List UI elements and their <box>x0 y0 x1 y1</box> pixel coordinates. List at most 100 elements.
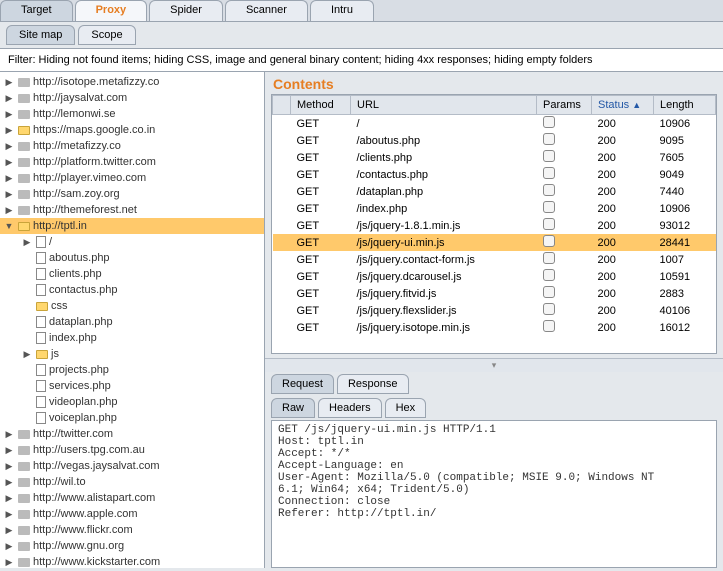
tree-item[interactable]: http://isotope.metafizzy.co <box>0 74 264 90</box>
tree-item[interactable]: dataplan.php <box>0 314 264 330</box>
expand-arrow-icon[interactable] <box>3 205 15 216</box>
tab-response[interactable]: Response <box>337 374 409 394</box>
tree-item[interactable]: http://users.tpg.com.au <box>0 442 264 458</box>
table-row[interactable]: GET/20010906 <box>273 115 716 133</box>
expand-arrow-icon[interactable] <box>3 525 15 536</box>
table-row[interactable]: GET/index.php20010906 <box>273 200 716 217</box>
table-row[interactable]: GET/js/jquery.dcarousel.js20010591 <box>273 268 716 285</box>
expand-arrow-icon[interactable] <box>3 157 15 168</box>
tree-item[interactable]: css <box>0 298 264 314</box>
sub-tab-scope[interactable]: Scope <box>78 25 135 45</box>
tree-item[interactable]: services.php <box>0 378 264 394</box>
tree-item[interactable]: http://www.flickr.com <box>0 522 264 538</box>
table-row[interactable]: GET/js/jquery-ui.min.js20028441 <box>273 234 716 251</box>
table-row[interactable]: GET/contactus.php2009049 <box>273 166 716 183</box>
top-tab-scanner[interactable]: Scanner <box>225 0 308 21</box>
expand-arrow-icon[interactable] <box>3 493 15 504</box>
requests-table[interactable]: Method URL Params Status ▲ Length GET/20… <box>271 94 717 354</box>
top-tab-proxy[interactable]: Proxy <box>75 0 148 21</box>
tree-label: services.php <box>49 380 111 392</box>
folder-gray-icon <box>18 526 30 535</box>
tree-item[interactable]: projects.php <box>0 362 264 378</box>
tree-item[interactable]: http://metafizzy.co <box>0 138 264 154</box>
tree-item[interactable]: voiceplan.php <box>0 410 264 426</box>
table-row[interactable]: GET/clients.php2007605 <box>273 149 716 166</box>
tree-item[interactable]: / <box>0 234 264 250</box>
expand-arrow-icon[interactable] <box>3 221 15 231</box>
table-row[interactable]: GET/js/jquery.contact-form.js2001007 <box>273 251 716 268</box>
col-status[interactable]: Status ▲ <box>592 96 654 115</box>
tree-item[interactable]: http://sam.zoy.org <box>0 186 264 202</box>
expand-arrow-icon[interactable] <box>3 461 15 472</box>
tree-item[interactable]: http://www.kickstarter.com <box>0 554 264 568</box>
params-checkbox-icon <box>543 286 555 298</box>
params-checkbox-icon <box>543 184 555 196</box>
col-length[interactable]: Length <box>654 96 716 115</box>
top-tab-spider[interactable]: Spider <box>149 0 223 21</box>
tree-item[interactable]: http://themeforest.net <box>0 202 264 218</box>
expand-arrow-icon[interactable] <box>3 93 15 104</box>
tree-item[interactable]: http://wil.to <box>0 474 264 490</box>
top-tab-target[interactable]: Target <box>0 0 73 21</box>
tree-label: aboutus.php <box>49 252 110 264</box>
expand-arrow-icon[interactable] <box>3 125 15 136</box>
expand-arrow-icon[interactable] <box>3 109 15 120</box>
params-checkbox-icon <box>543 303 555 315</box>
top-tab-intru[interactable]: Intru <box>310 0 374 21</box>
sort-asc-icon: ▲ <box>632 100 641 110</box>
tree-item[interactable]: https://maps.google.co.in <box>0 122 264 138</box>
tree-item[interactable]: http://www.apple.com <box>0 506 264 522</box>
table-row[interactable]: GET/js/jquery.fitvid.js2002883 <box>273 285 716 302</box>
tab-raw[interactable]: Raw <box>271 398 315 418</box>
tree-item[interactable]: http://player.vimeo.com <box>0 170 264 186</box>
expand-arrow-icon[interactable] <box>3 509 15 520</box>
expand-arrow-icon[interactable] <box>21 237 33 248</box>
expand-arrow-icon[interactable] <box>3 541 15 552</box>
tree-label: http://metafizzy.co <box>33 140 121 152</box>
col-url[interactable]: URL <box>351 96 537 115</box>
tree-item[interactable]: js <box>0 346 264 362</box>
tree-item[interactable]: http://jaysalvat.com <box>0 90 264 106</box>
tab-headers[interactable]: Headers <box>318 398 382 418</box>
table-row[interactable]: GET/js/jquery.flexslider.js20040106 <box>273 302 716 319</box>
tab-request[interactable]: Request <box>271 374 334 394</box>
tree-item[interactable]: http://platform.twitter.com <box>0 154 264 170</box>
sitemap-scope-tabs: Site mapScope <box>0 22 723 48</box>
tree-label: voiceplan.php <box>49 412 117 424</box>
col-params[interactable]: Params <box>537 96 592 115</box>
tree-item[interactable]: contactus.php <box>0 282 264 298</box>
table-row[interactable]: GET/js/jquery.isotope.min.js20016012 <box>273 319 716 336</box>
col-blank[interactable] <box>273 96 291 115</box>
tree-item[interactable]: http://lemonwi.se <box>0 106 264 122</box>
tab-hex[interactable]: Hex <box>385 398 427 418</box>
table-row[interactable]: GET/aboutus.php2009095 <box>273 132 716 149</box>
tree-item[interactable]: index.php <box>0 330 264 346</box>
file-icon <box>36 316 46 328</box>
expand-arrow-icon[interactable] <box>3 77 15 88</box>
expand-arrow-icon[interactable] <box>3 445 15 456</box>
raw-request-text[interactable]: GET /js/jquery-ui.min.js HTTP/1.1 Host: … <box>271 420 717 568</box>
tree-item[interactable]: videoplan.php <box>0 394 264 410</box>
tree-item[interactable]: http://vegas.jaysalvat.com <box>0 458 264 474</box>
expand-arrow-icon[interactable] <box>3 477 15 488</box>
expand-arrow-icon[interactable] <box>21 349 33 360</box>
tree-item[interactable]: aboutus.php <box>0 250 264 266</box>
tree-item[interactable]: http://www.gnu.org <box>0 538 264 554</box>
site-tree[interactable]: http://isotope.metafizzy.cohttp://jaysal… <box>0 72 265 568</box>
tree-item[interactable]: clients.php <box>0 266 264 282</box>
filter-bar[interactable]: Filter: Hiding not found items; hiding C… <box>0 48 723 72</box>
tree-label: index.php <box>49 332 97 344</box>
tree-item[interactable]: http://twitter.com <box>0 426 264 442</box>
tree-item[interactable]: http://www.alistapart.com <box>0 490 264 506</box>
table-row[interactable]: GET/js/jquery-1.8.1.min.js20093012 <box>273 217 716 234</box>
sub-tab-site-map[interactable]: Site map <box>6 25 75 45</box>
file-icon <box>36 332 46 344</box>
expand-arrow-icon[interactable] <box>3 557 15 568</box>
expand-arrow-icon[interactable] <box>3 189 15 200</box>
expand-arrow-icon[interactable] <box>3 173 15 184</box>
expand-arrow-icon[interactable] <box>3 141 15 152</box>
expand-arrow-icon[interactable] <box>3 429 15 440</box>
col-method[interactable]: Method <box>291 96 351 115</box>
tree-item[interactable]: http://tptl.in <box>0 218 264 234</box>
table-row[interactable]: GET/dataplan.php2007440 <box>273 183 716 200</box>
